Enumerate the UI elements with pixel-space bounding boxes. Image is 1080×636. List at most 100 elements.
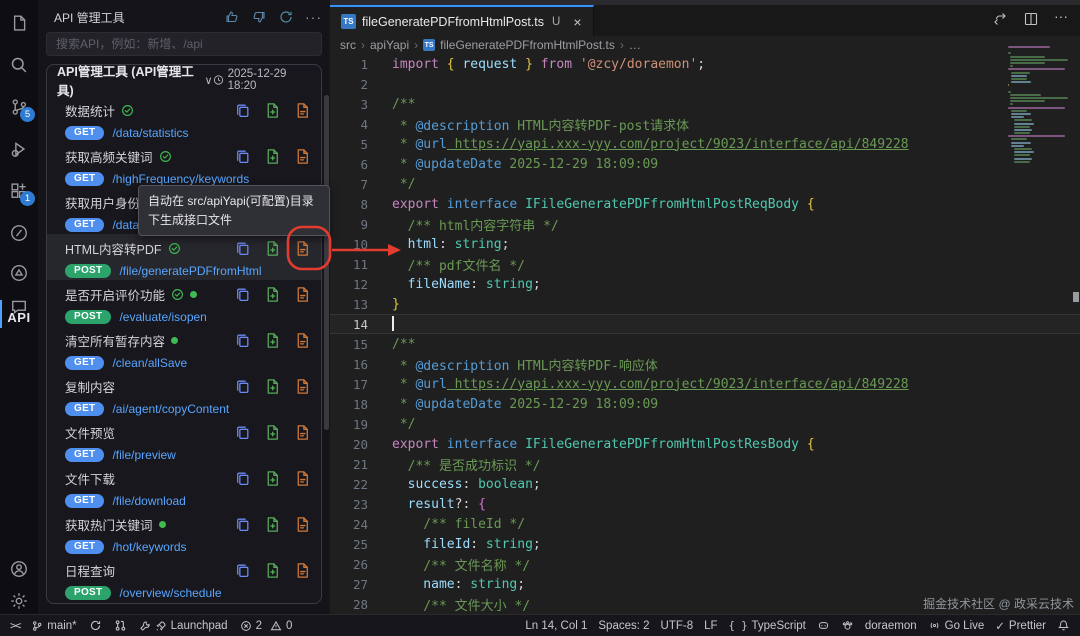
generate-file-icon[interactable]	[264, 332, 281, 349]
code-line[interactable]: 17 * @url https://yapi.xxx-yyy.com/proje…	[330, 374, 1080, 394]
sidebar-scrollbar[interactable]	[324, 95, 329, 430]
search-icon[interactable]	[0, 48, 38, 82]
copilot-icon[interactable]	[817, 615, 830, 636]
copy-icon[interactable]	[234, 332, 251, 349]
generate-file-icon[interactable]	[264, 240, 281, 257]
file-icon[interactable]	[294, 102, 311, 119]
notifications-bell-icon[interactable]	[1057, 615, 1070, 636]
branch-item[interactable]: main*	[31, 615, 76, 636]
code-line[interactable]: 15/**	[330, 334, 1080, 354]
breadcrumb-apiyapi[interactable]: apiYapi	[370, 38, 409, 52]
code-line[interactable]: 7 */	[330, 174, 1080, 194]
prettier-item[interactable]: ✓ Prettier	[995, 615, 1046, 636]
code-line[interactable]: 5 * @url https://yapi.xxx-yyy.com/projec…	[330, 134, 1080, 154]
account-icon[interactable]	[0, 552, 38, 586]
api-list-item[interactable]: 复制内容GET/ai/agent/copyContent	[47, 372, 321, 418]
extensions-icon[interactable]: 1	[0, 174, 38, 208]
file-icon[interactable]	[294, 470, 311, 487]
api-list-item[interactable]: HTML内容转PDFPOST/file/generatePDFfromHtml	[47, 234, 321, 280]
code-line[interactable]: 12 fileName: string;	[330, 274, 1080, 294]
problems-item[interactable]: 2 0	[240, 615, 293, 636]
breadcrumb-file[interactable]: fileGeneratePDFfromHtmlPost.ts	[440, 38, 615, 52]
indent-indicator[interactable]: Spaces: 2	[598, 615, 649, 636]
chevron-down-icon[interactable]: ∨	[204, 74, 212, 87]
more-actions-icon[interactable]: ···	[305, 12, 322, 22]
line-col-indicator[interactable]: Ln 14, Col 1	[525, 615, 587, 636]
code-line[interactable]: 1import { request } from '@zcy/doraemon'…	[330, 54, 1080, 74]
extension-paw-icon[interactable]	[841, 615, 854, 636]
code-line[interactable]: 27 name: string;	[330, 574, 1080, 594]
file-icon[interactable]	[294, 240, 311, 257]
code-line[interactable]: 18 * @updateDate 2025-12-29 18:09:09	[330, 394, 1080, 414]
api-list-item[interactable]: 是否开启评价功能POST/evaluate/isopen	[47, 280, 321, 326]
code-line[interactable]: 25 fileId: string;	[330, 534, 1080, 554]
generate-file-icon[interactable]	[264, 148, 281, 165]
refresh-icon[interactable]	[278, 9, 294, 25]
minimap[interactable]	[1008, 46, 1070, 164]
launchpad-item[interactable]: Launchpad	[139, 615, 228, 636]
file-icon[interactable]	[294, 516, 311, 533]
code-editor[interactable]: 1import { request } from '@zcy/doraemon'…	[330, 54, 1080, 614]
generate-file-icon[interactable]	[264, 470, 281, 487]
generate-file-icon[interactable]	[264, 378, 281, 395]
file-icon[interactable]	[294, 378, 311, 395]
code-line[interactable]: 23 result?: {	[330, 494, 1080, 514]
sync-icon[interactable]	[89, 615, 102, 636]
run-debug-icon[interactable]	[0, 132, 38, 166]
split-editor-icon[interactable]	[1023, 11, 1039, 27]
code-line[interactable]: 13}	[330, 294, 1080, 314]
editor-scrollbar[interactable]	[1072, 40, 1080, 614]
copy-icon[interactable]	[234, 424, 251, 441]
generate-file-icon[interactable]	[264, 102, 281, 119]
api-panel-header[interactable]: API管理工具 (API管理工具) ∨ 2025-12-29 18:20	[47, 65, 321, 95]
code-line[interactable]: 6 * @updateDate 2025-12-29 18:09:09	[330, 154, 1080, 174]
remote-indicator[interactable]: ><	[10, 615, 19, 636]
code-line[interactable]: 9 /** html内容字符串 */	[330, 214, 1080, 234]
share-tool-icon[interactable]	[0, 256, 38, 290]
code-line[interactable]: 14	[330, 314, 1080, 334]
close-icon[interactable]: ×	[573, 14, 581, 30]
code-line[interactable]: 21 /** 是否成功标识 */	[330, 454, 1080, 474]
thumbs-up-icon[interactable]	[224, 9, 240, 25]
copy-icon[interactable]	[234, 148, 251, 165]
code-line[interactable]: 19 */	[330, 414, 1080, 434]
code-line[interactable]: 11 /** pdf文件名 */	[330, 254, 1080, 274]
code-line[interactable]: 4 * @description HTML内容转PDF-post请求体	[330, 114, 1080, 134]
file-icon[interactable]	[294, 562, 311, 579]
copy-icon[interactable]	[234, 240, 251, 257]
search-input[interactable]	[46, 32, 322, 56]
thumbs-down-icon[interactable]	[251, 9, 267, 25]
tab-file[interactable]: TS fileGeneratePDFfromHtmlPost.ts U ×	[330, 5, 594, 36]
code-line[interactable]: 10 html: string;	[330, 234, 1080, 254]
api-list-item[interactable]: 文件预览GET/file/preview	[47, 418, 321, 464]
code-line[interactable]: 22 success: boolean;	[330, 474, 1080, 494]
code-line[interactable]: 24 /** fileId */	[330, 514, 1080, 534]
open-changes-icon[interactable]	[992, 11, 1008, 27]
copy-icon[interactable]	[234, 286, 251, 303]
code-line[interactable]: 16 * @description HTML内容转PDF-响应体	[330, 354, 1080, 374]
code-line[interactable]: 20export interface IFileGeneratePDFfromH…	[330, 434, 1080, 454]
copy-icon[interactable]	[234, 470, 251, 487]
api-list-item[interactable]: 日程查询POST/overview/schedule	[47, 556, 321, 602]
code-line[interactable]: 26 /** 文件名称 */	[330, 554, 1080, 574]
settings-gear-icon[interactable]	[0, 584, 38, 618]
file-icon[interactable]	[294, 286, 311, 303]
generate-file-icon[interactable]	[264, 516, 281, 533]
api-list-item[interactable]: 清空所有暂存内容GET/clean/allSave	[47, 326, 321, 372]
generate-file-icon[interactable]	[264, 286, 281, 303]
copy-icon[interactable]	[234, 102, 251, 119]
api-list-item[interactable]: 获取热门关键词GET/hot/keywords	[47, 510, 321, 556]
copy-icon[interactable]	[234, 516, 251, 533]
api-list-item[interactable]: 数据统计GET/data/statistics	[47, 96, 321, 142]
pull-request-icon[interactable]	[114, 615, 127, 636]
api-list-item[interactable]: 获取高频关键词GET/highFrequency/keywords	[47, 142, 321, 188]
git-graph-icon[interactable]	[0, 216, 38, 250]
encoding-indicator[interactable]: UTF-8	[661, 615, 694, 636]
editor-more-icon[interactable]: ···	[1054, 11, 1070, 27]
copy-icon[interactable]	[234, 378, 251, 395]
breadcrumb-symbol[interactable]: …	[629, 38, 641, 52]
generate-file-icon[interactable]	[264, 562, 281, 579]
api-list-item[interactable]: 文件下载GET/file/download	[47, 464, 321, 510]
file-icon[interactable]	[294, 332, 311, 349]
generate-file-icon[interactable]	[264, 424, 281, 441]
